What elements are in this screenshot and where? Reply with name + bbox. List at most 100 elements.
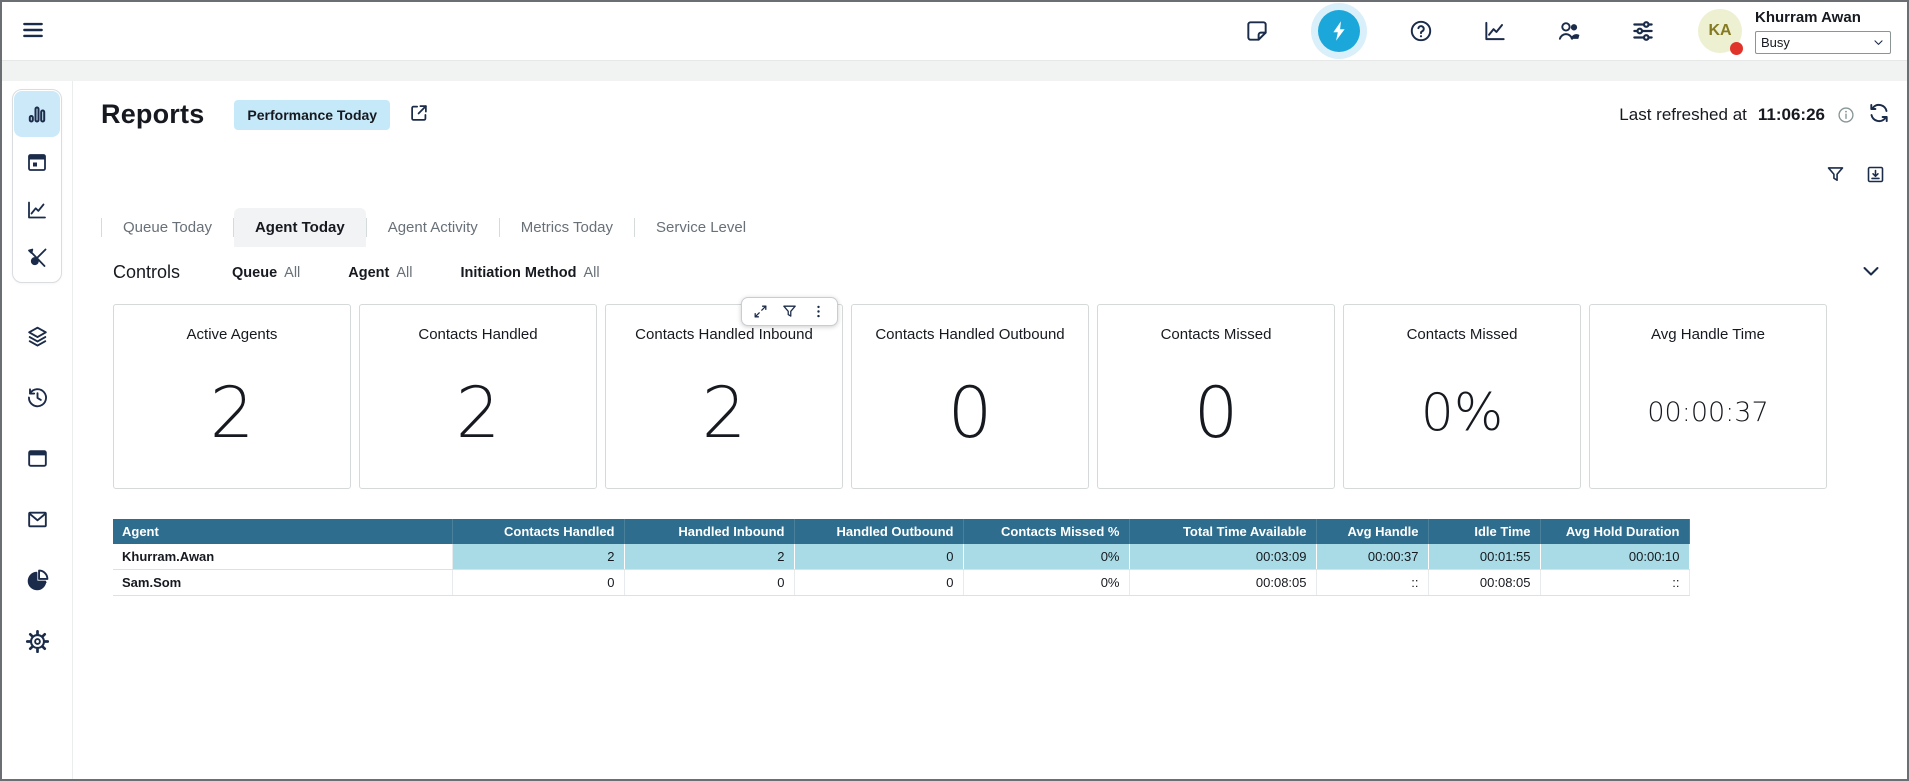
table-row-sam-som[interactable]: Sam.Som0000%00:08:05::00:08:05:: <box>113 570 1689 596</box>
contacts-icon <box>1556 18 1582 44</box>
sidebar-item-line-chart[interactable] <box>14 187 60 233</box>
column-header-avg-hold-duration[interactable]: Avg Hold Duration <box>1540 519 1689 544</box>
metric-card-value: 00:00:37 <box>1590 343 1826 488</box>
filter-value: All <box>583 265 599 281</box>
hamburger-menu-button[interactable] <box>16 13 50 50</box>
column-header-total-time-available[interactable]: Total Time Available <box>1129 519 1316 544</box>
sidebar-group <box>12 89 62 283</box>
brush-icon <box>25 246 49 270</box>
value-cell: :: <box>1540 570 1689 596</box>
kebab-icon <box>810 303 827 320</box>
settings-sliders-nav-button[interactable] <box>1630 18 1656 44</box>
bar-chart-icon <box>25 102 49 126</box>
last-refreshed-label: Last refreshed at <box>1619 105 1747 125</box>
sidebar-item-layers[interactable] <box>24 323 50 349</box>
metric-card-title: Avg Handle Time <box>1590 326 1826 343</box>
filter-icon <box>1825 164 1846 185</box>
metric-card-title: Active Agents <box>114 326 350 343</box>
metric-card-title: Contacts Missed <box>1344 326 1580 343</box>
column-header-handled-outbound[interactable]: Handled Outbound <box>794 519 963 544</box>
sidebar-item-calendar[interactable] <box>14 139 60 185</box>
table-row-khurram-awan[interactable]: Khurram.Awan2200%00:03:0900:00:3700:01:5… <box>113 544 1689 570</box>
last-refreshed-time: 11:06:26 <box>1758 105 1825 125</box>
filter-button[interactable] <box>1825 164 1846 188</box>
tab-agent-activity[interactable]: Agent Activity <box>367 208 499 247</box>
filter-icon <box>781 303 798 320</box>
metric-card-title: Contacts Handled Outbound <box>852 326 1088 343</box>
column-header-agent[interactable]: Agent <box>113 519 452 544</box>
column-header-contacts-missed[interactable]: Contacts Missed % <box>963 519 1129 544</box>
main-content: Reports Performance Today Last refreshed… <box>73 81 1907 779</box>
avatar-initials: KA <box>1708 22 1731 40</box>
report-tabs: Queue TodayAgent TodayAgent ActivityMetr… <box>101 208 1891 247</box>
open-in-new-window-button[interactable] <box>408 102 430 127</box>
note-icon <box>1244 18 1270 44</box>
value-cell: 0 <box>452 570 624 596</box>
agent-name-cell: Sam.Som <box>113 570 452 596</box>
history-icon <box>25 385 50 410</box>
metric-card-title: Contacts Handled <box>360 326 596 343</box>
column-header-handled-inbound[interactable]: Handled Inbound <box>624 519 794 544</box>
column-header-idle-time[interactable]: Idle Time <box>1428 519 1540 544</box>
gear-icon <box>25 629 50 654</box>
value-cell: 0% <box>963 544 1129 570</box>
value-cell: 00:00:37 <box>1316 544 1428 570</box>
column-header-avg-handle[interactable]: Avg Handle <box>1316 519 1428 544</box>
user-area: KA Khurram Awan Busy <box>1698 9 1891 54</box>
value-cell: 2 <box>452 544 624 570</box>
status-select[interactable]: Busy <box>1755 31 1891 54</box>
filter-name: Initiation Method <box>461 265 577 281</box>
sidebar-item-pie-chart[interactable] <box>24 567 50 593</box>
sidebar <box>2 81 73 779</box>
note-nav-button[interactable] <box>1244 18 1270 44</box>
metric-card-contacts-handled-inbound: Contacts Handled Inbound 2 <box>605 304 843 489</box>
page-title: Reports <box>101 99 204 130</box>
filter-initiation-method[interactable]: Initiation Method All <box>461 264 600 282</box>
sidebar-item-bar-chart[interactable] <box>14 91 60 137</box>
metric-card-value: 0 <box>1098 343 1334 488</box>
avatar[interactable]: KA <box>1698 9 1742 53</box>
info-icon[interactable] <box>1836 105 1856 125</box>
sidebar-item-mail[interactable] <box>24 506 50 532</box>
download-button[interactable] <box>1865 164 1886 188</box>
tab-agent-today[interactable]: Agent Today <box>234 208 366 247</box>
user-info: Khurram Awan Busy <box>1755 9 1891 54</box>
value-cell: 0 <box>794 544 963 570</box>
filter-queue[interactable]: QueueAll <box>232 264 300 282</box>
metric-card-value: 2 <box>606 343 842 488</box>
top-nav: KA Khurram Awan Busy <box>2 2 1907 61</box>
status-dot <box>1730 42 1743 55</box>
tab-metrics-today[interactable]: Metrics Today <box>500 208 634 247</box>
tab-service-level[interactable]: Service Level <box>635 208 767 247</box>
help-nav-button[interactable] <box>1408 18 1434 44</box>
filter-agent[interactable]: AgentAll <box>348 264 412 282</box>
panel-tools <box>101 164 1891 188</box>
contacts-nav-button[interactable] <box>1556 18 1582 44</box>
collapse-controls-button[interactable] <box>1859 259 1883 286</box>
body-row: Reports Performance Today Last refreshed… <box>2 81 1907 779</box>
refresh-button[interactable] <box>1867 101 1891 128</box>
hamburger-icon <box>20 17 46 43</box>
sidebar-item-brush[interactable] <box>14 235 60 281</box>
sidebar-item-history[interactable] <box>24 384 50 410</box>
value-cell: 0 <box>794 570 963 596</box>
line-chart-icon <box>25 198 49 222</box>
controls-bar: Controls QueueAllAgentAllInitiation Meth… <box>101 247 1891 298</box>
lightning-nav-button[interactable] <box>1318 10 1360 52</box>
value-cell: 00:08:05 <box>1428 570 1540 596</box>
value-cell: 00:01:55 <box>1428 544 1540 570</box>
kebab-button[interactable] <box>805 301 832 322</box>
metric-card-active-agents: Active Agents 2 <box>113 304 351 489</box>
agent-metrics-table: AgentContacts HandledHandled InboundHand… <box>113 519 1690 596</box>
sidebar-item-gear[interactable] <box>24 628 50 654</box>
tab-queue-today[interactable]: Queue Today <box>102 208 233 247</box>
sidebar-item-window[interactable] <box>24 445 50 471</box>
content-gap <box>2 61 1907 81</box>
expand-icon <box>752 303 769 320</box>
metrics-nav-button[interactable] <box>1482 18 1508 44</box>
filter-button[interactable] <box>776 301 803 322</box>
expand-button[interactable] <box>747 301 774 322</box>
external-link-icon <box>408 102 430 124</box>
column-header-contacts-handled[interactable]: Contacts Handled <box>452 519 624 544</box>
value-cell: 00:08:05 <box>1129 570 1316 596</box>
